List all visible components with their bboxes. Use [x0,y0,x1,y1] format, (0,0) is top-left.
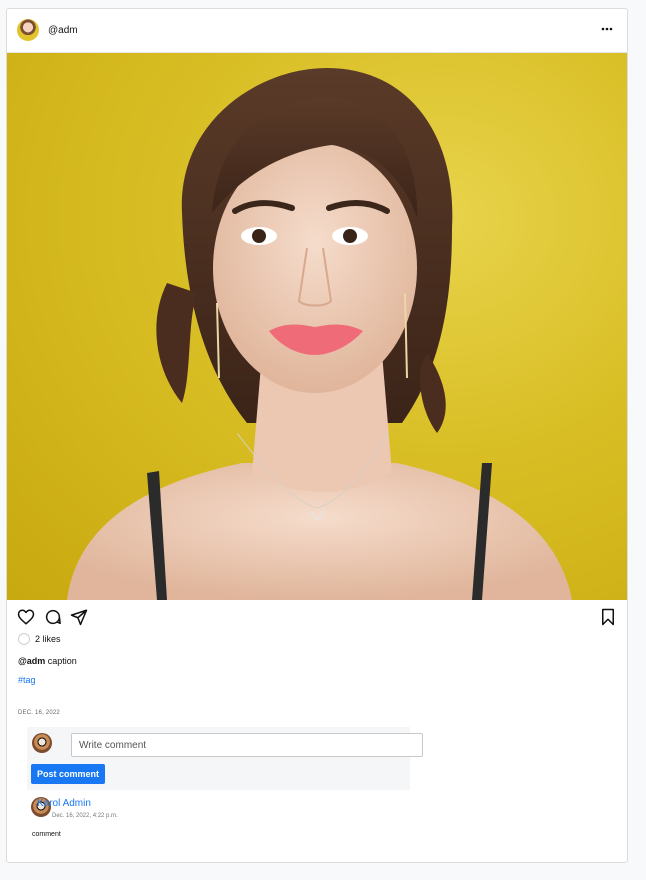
post-comment-button[interactable]: Post comment [31,764,106,784]
post-caption: @adm caption [18,656,77,666]
comment-icon[interactable] [44,608,62,626]
caption-text: caption [45,656,77,666]
current-user-avatar [32,733,52,753]
post-card: @adm 2 likes @adm caption #tag DEC. 16, … [6,8,628,863]
bookmark-icon[interactable] [599,608,617,626]
caption-author[interactable]: @adm [18,656,45,666]
hashtag-link[interactable]: #tag [18,675,36,685]
likes-summary[interactable]: 2 likes [18,632,61,646]
post-date: DEC. 16, 2022 [18,710,60,716]
comment-form: Post comment [27,727,423,790]
comment-author[interactable]: Karol Admin [37,798,91,809]
comment-text: comment [32,831,61,838]
post-actions-bar [7,608,627,632]
likes-count: 2 likes [35,634,61,644]
post-header: @adm [7,9,627,53]
post-photo[interactable] [7,53,627,600]
heart-icon[interactable] [17,608,35,626]
author-avatar[interactable] [17,19,39,41]
author-username[interactable]: @adm [48,25,78,36]
more-horizontal-icon[interactable] [599,21,615,37]
comment-date: Dec. 16, 2022, 4:22 p.m. [52,813,118,819]
comment-input[interactable] [71,733,423,757]
liker-avatar [18,633,30,645]
send-icon[interactable] [70,608,88,626]
